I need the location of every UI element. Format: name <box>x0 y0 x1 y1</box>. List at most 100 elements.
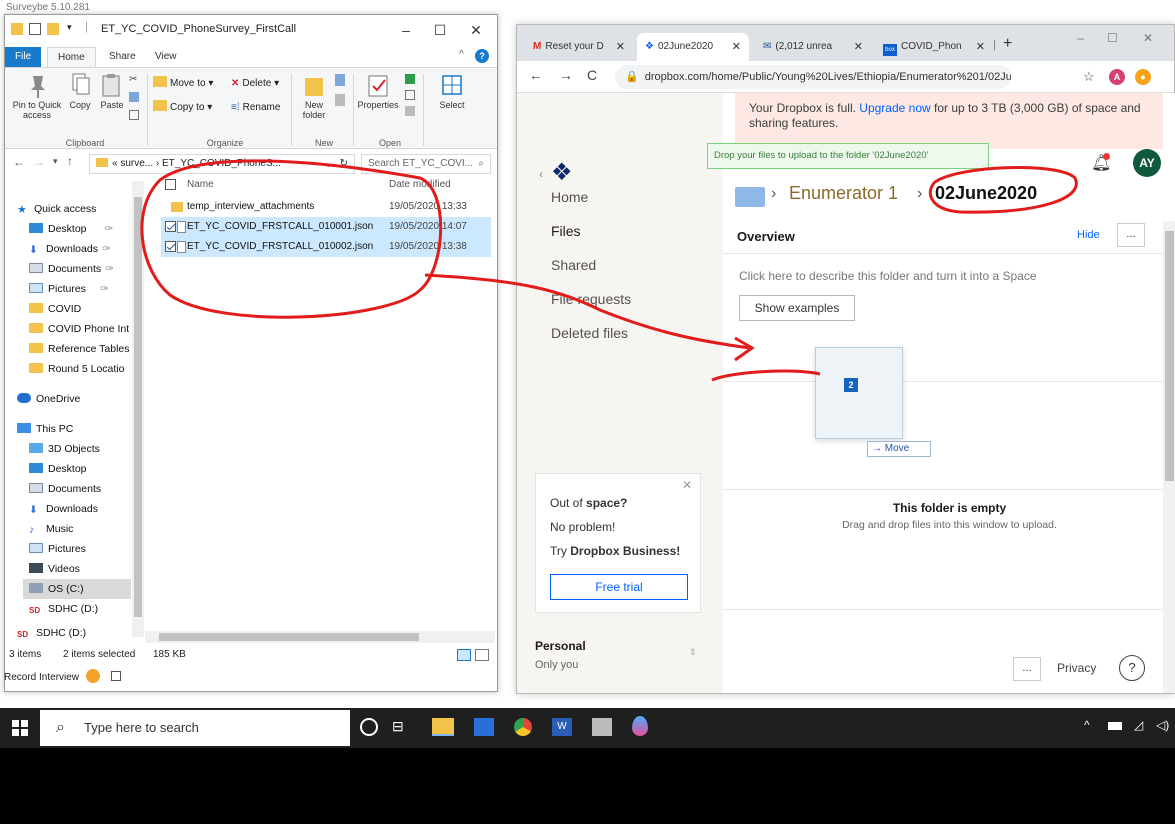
row-checkbox[interactable] <box>165 241 176 252</box>
large-icons-view-icon[interactable] <box>475 649 489 661</box>
properties-button[interactable]: Properties <box>355 72 401 110</box>
privacy-link[interactable]: Privacy <box>1057 661 1096 675</box>
tab-view[interactable]: View <box>145 47 187 67</box>
select-button[interactable]: Select <box>433 72 471 110</box>
nav-shared[interactable]: Shared <box>551 257 596 273</box>
chrome-taskbar-icon[interactable] <box>514 718 532 736</box>
nav-music[interactable]: ♪ Music <box>29 519 73 539</box>
recent-chevron-icon[interactable]: ▾ <box>53 156 58 167</box>
copy-to-button[interactable]: Copy to ▾ <box>153 100 212 116</box>
nav-home[interactable]: Home <box>551 189 588 205</box>
record-icon[interactable] <box>85 669 100 683</box>
address-input[interactable]: « surve... › ET_YC_COVID_PhoneS... ⌄ ↻ <box>89 154 355 174</box>
forward-arrow-icon[interactable]: → <box>33 155 45 169</box>
surveybe-taskbar-icon[interactable] <box>632 716 648 736</box>
open-icon[interactable] <box>405 74 415 84</box>
nav-round5[interactable]: Round 5 Locatio <box>29 359 124 379</box>
search-input[interactable]: Search ET_YC_COVI... ⌕ <box>361 154 491 174</box>
reload-icon[interactable]: C <box>587 67 597 83</box>
file-row[interactable]: temp_interview_attachments 19/05/2020 13… <box>161 197 491 217</box>
chevron-left-icon[interactable]: ‹ <box>539 167 543 181</box>
page-scrollbar-thumb[interactable] <box>1165 231 1174 481</box>
stop-icon[interactable] <box>110 671 121 681</box>
delete-button[interactable]: ✕ Delete ▾ <box>231 76 279 92</box>
copy-button[interactable]: Copy <box>65 72 95 110</box>
nav-3d-objects[interactable]: 3D Objects <box>29 439 100 459</box>
select-all-checkbox[interactable] <box>165 179 176 190</box>
up-arrow-icon[interactable]: ↑ <box>67 154 73 168</box>
easy-access-icon[interactable] <box>335 94 345 106</box>
tab-file[interactable]: File <box>5 47 42 67</box>
file-row[interactable]: ET_YC_COVID_FRSTCALL_010002.json 19/05/2… <box>161 237 491 257</box>
new-item-icon[interactable] <box>335 74 345 86</box>
refresh-icon[interactable]: ↻ <box>340 155 348 173</box>
nav-desktop-pc[interactable]: Desktop <box>29 459 87 479</box>
nav-deleted-files[interactable]: Deleted files <box>551 325 628 341</box>
history-icon[interactable] <box>405 106 415 116</box>
close-tab-icon[interactable]: ✕ <box>732 33 741 61</box>
close-button[interactable]: ✕ <box>1143 31 1153 45</box>
bottom-more-button[interactable]: ... <box>1013 657 1041 681</box>
extension-icon[interactable]: ● <box>1135 69 1151 85</box>
nav-scrollbar-thumb[interactable] <box>134 197 142 617</box>
close-tab-icon[interactable]: ✕ <box>854 33 863 61</box>
browser-tab-box[interactable]: box COVID_Phon ✕ <box>875 33 993 61</box>
battery-icon[interactable] <box>1108 722 1122 730</box>
nav-this-pc[interactable]: This PC <box>17 419 73 439</box>
upgrade-now-link[interactable]: Upgrade now <box>859 101 930 115</box>
volume-icon[interactable]: ◁) <box>1156 718 1169 732</box>
rename-button[interactable]: ≡⁞ Rename <box>231 100 280 116</box>
column-date-modified[interactable]: Date modified <box>389 175 451 195</box>
properties-quick-icon[interactable] <box>29 23 41 35</box>
nav-covid-phone-int[interactable]: COVID Phone Int <box>29 319 129 339</box>
free-trial-button[interactable]: Free trial <box>550 574 688 600</box>
nav-pictures-pc[interactable]: Pictures <box>29 539 86 559</box>
network-icon[interactable]: ◿ <box>1134 718 1143 732</box>
column-name[interactable]: Name <box>187 175 214 195</box>
new-folder-button[interactable]: New folder <box>295 72 333 120</box>
close-icon[interactable]: ✕ <box>682 478 692 492</box>
file-explorer-taskbar-icon[interactable] <box>432 718 454 736</box>
nav-sdhc-d[interactable]: SD SDHC (D:) <box>29 599 98 619</box>
close-tab-icon[interactable]: ✕ <box>616 33 625 61</box>
chevron-up-icon[interactable]: ^ <box>459 49 464 60</box>
nav-quick-access[interactable]: ★ Quick access <box>17 199 96 219</box>
paste-button[interactable]: Paste <box>97 72 127 110</box>
forward-arrow-icon[interactable]: → <box>559 67 573 83</box>
taskbar-search-input[interactable]: ⌕ Type here to search <box>40 710 350 746</box>
nav-pictures[interactable]: Pictures ✑ <box>29 279 109 299</box>
file-list-horizontal-scrollbar[interactable] <box>145 631 495 643</box>
nav-documents-pc[interactable]: Documents <box>29 479 101 499</box>
file-row[interactable]: ET_YC_COVID_FRSTCALL_010001.json 19/05/2… <box>161 217 491 237</box>
nav-os-c[interactable]: OS (C:) <box>23 579 131 599</box>
browser-tab-dropbox[interactable]: ❖ 02June2020 ✕ <box>637 33 749 61</box>
maximize-button[interactable]: ☐ <box>423 15 457 45</box>
bookmark-star-icon[interactable]: ☆ <box>1083 69 1095 85</box>
cortana-icon[interactable] <box>360 718 378 736</box>
nav-onedrive[interactable]: OneDrive <box>17 389 80 409</box>
nav-covid[interactable]: COVID <box>29 299 81 319</box>
word-taskbar-icon[interactable]: W <box>552 718 572 736</box>
close-tab-icon[interactable]: ✕ <box>976 33 985 61</box>
account-switcher-icon[interactable]: ⇕ <box>689 647 697 658</box>
nav-downloads-pc[interactable]: ⬇ Downloads <box>29 499 98 519</box>
row-checkbox[interactable] <box>165 221 176 232</box>
show-examples-button[interactable]: Show examples <box>739 295 855 321</box>
record-interview-label[interactable]: Record Interview <box>4 672 79 683</box>
browser-tab-mail[interactable]: ✉ (2,012 unrea ✕ <box>755 33 871 61</box>
help-button[interactable]: ? <box>1119 655 1145 681</box>
nav-files[interactable]: Files <box>551 223 581 239</box>
new-folder-quick-icon[interactable] <box>47 23 59 35</box>
paste-shortcut-icon[interactable] <box>129 110 139 120</box>
new-tab-button[interactable]: + <box>1003 35 1012 53</box>
close-button[interactable]: ✕ <box>459 15 493 45</box>
dropbox-logo-icon[interactable]: ❖ <box>551 161 573 185</box>
nav-sdhc-d-root[interactable]: SD SDHC (D:) <box>17 623 86 643</box>
move-to-button[interactable]: Move to ▾ <box>153 76 213 92</box>
windows-start-icon[interactable] <box>12 720 28 736</box>
pin-quick-access-button[interactable]: Pin to Quick access <box>9 72 65 120</box>
details-view-icon[interactable] <box>457 649 471 661</box>
tray-chevron-up-icon[interactable]: ^ <box>1084 718 1090 732</box>
breadcrumb-enumerator-1[interactable]: Enumerator 1 <box>789 183 898 204</box>
hide-overview-link[interactable]: Hide <box>1077 229 1100 241</box>
